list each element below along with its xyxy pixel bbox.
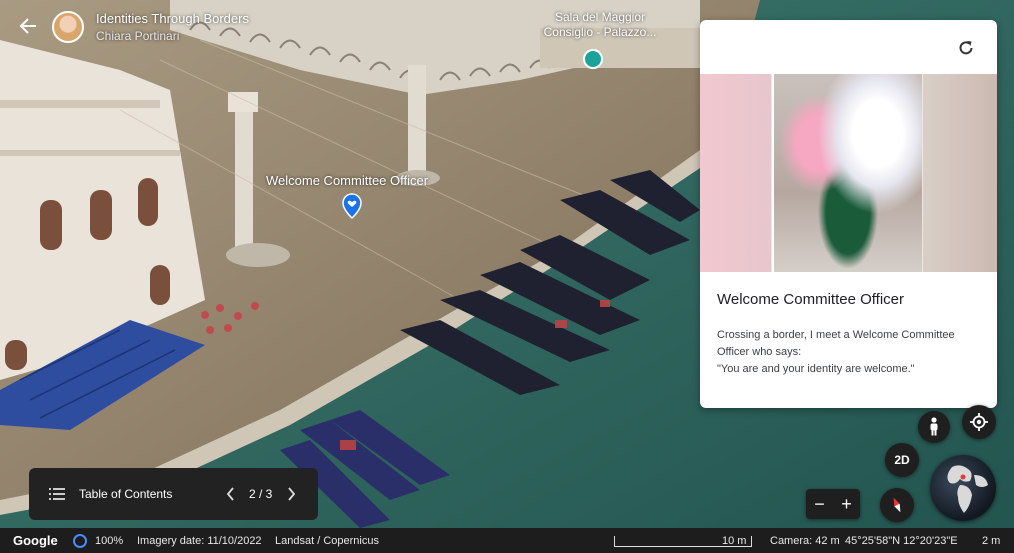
story-header: Identities Through Borders Chiara Portin… [0, 0, 330, 55]
poi-name: Sala del Maggior Consiglio - Palazzo... [540, 10, 660, 40]
placemark-label: Welcome Committee Officer [266, 173, 429, 188]
street-view-pegman-icon[interactable] [918, 411, 950, 443]
feature-panel: Welcome Committee Officer Crossing a bor… [700, 20, 997, 408]
zoom-control: − + [806, 489, 860, 519]
placemark-marker-icon[interactable] [342, 193, 362, 219]
poi-marker-icon[interactable] [583, 49, 603, 69]
list-icon[interactable] [49, 487, 65, 501]
chevron-left-icon[interactable] [225, 486, 237, 502]
chevron-right-icon[interactable] [285, 486, 297, 502]
camera-altitude: Camera: 42 m [770, 535, 840, 547]
coordinates: 45°25'58"N 12°20'23"E [845, 535, 958, 547]
feature-title: Welcome Committee Officer [717, 291, 904, 308]
feature-photo [774, 74, 922, 272]
zoom-in-button[interactable]: + [833, 489, 860, 519]
back-arrow-icon[interactable] [16, 14, 40, 38]
feature-description: Crossing a border, I meet a Welcome Comm… [717, 327, 985, 378]
scale-label: 10 m [722, 535, 747, 547]
poi-name-line1: Sala del Maggior [554, 10, 646, 24]
feature-image [700, 74, 997, 272]
description-line3: "You are and your identity are welcome." [717, 363, 915, 375]
my-location-icon[interactable] [962, 405, 996, 439]
page-indicator: 2 / 3 [249, 487, 273, 501]
table-of-contents-button[interactable]: Table of Contents [79, 487, 172, 501]
data-source: Landsat / Copernicus [275, 535, 379, 547]
status-bar: Google 100% Imagery date: 11/10/2022 Lan… [0, 528, 1014, 553]
story-author: Chiara Portinari [96, 29, 180, 43]
zoom-out-button[interactable]: − [806, 489, 833, 519]
story-title: Identities Through Borders [96, 11, 249, 26]
globe-minimap-icon[interactable] [930, 455, 996, 521]
description-line1: Crossing a border, I meet a Welcome Comm… [717, 329, 955, 341]
elevation: 2 m [982, 535, 1001, 547]
compass-icon[interactable] [880, 488, 914, 522]
loading-percent: 100% [95, 535, 124, 547]
poi-name-line2: Consiglio - Palazzo... [543, 25, 657, 39]
author-avatar [52, 11, 84, 43]
refresh-icon[interactable] [956, 38, 976, 58]
toggle-2d-button[interactable]: 2D [885, 443, 919, 477]
loading-ring-icon [73, 534, 87, 548]
table-of-contents-bar: Table of Contents 2 / 3 [29, 468, 318, 520]
google-logo: Google [13, 533, 58, 548]
description-line2: Officer who says: [717, 346, 802, 358]
imagery-date: Imagery date: 11/10/2022 [137, 535, 262, 547]
